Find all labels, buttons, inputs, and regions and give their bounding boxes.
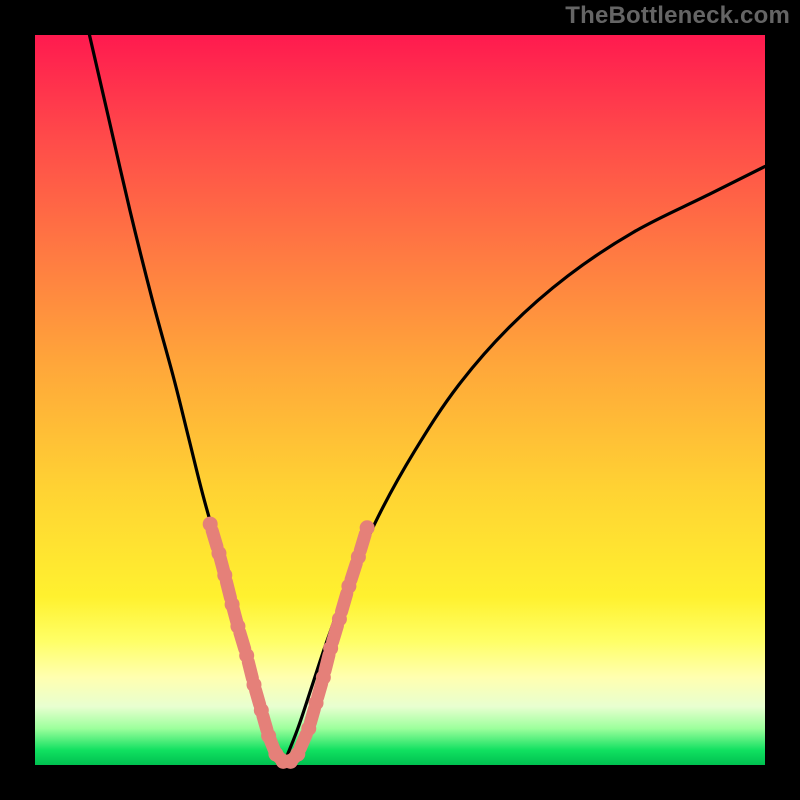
chart-overlay [0,0,800,800]
marker-dot [309,695,324,710]
marker-dash [325,655,329,671]
marker-dot [261,728,276,743]
marker-dash [310,709,314,723]
marker-dot [230,619,245,634]
marker-dot [332,612,347,627]
marker-points [203,517,375,769]
attribution-watermark: TheBottleneck.com [565,2,790,30]
marker-dot [301,721,316,736]
curve-right-branch [283,166,765,765]
marker-dot [225,597,240,612]
chart-frame: TheBottleneck.com [0,0,800,800]
marker-dash [360,534,365,550]
marker-dash [240,633,245,649]
marker-dash [333,626,338,642]
marker-dot [247,677,262,692]
marker-dash [248,662,252,678]
marker-dot [211,546,226,561]
marker-dash [212,531,217,547]
marker-dash [256,690,260,704]
marker-dot [254,703,269,718]
marker-dot [217,568,232,583]
marker-dash [226,582,230,598]
marker-dot [351,549,366,564]
marker-dot [203,517,218,532]
marker-dot [239,648,254,663]
bottleneck-curve [86,20,765,765]
marker-dot [341,579,356,594]
marker-dot [323,641,338,656]
marker-dash [342,594,347,612]
marker-dash [351,564,356,580]
marker-dash [300,734,306,748]
marker-dash [263,716,267,730]
marker-dot [360,520,375,535]
marker-dot [316,670,331,685]
marker-dash [318,683,322,697]
marker-dot [290,747,305,762]
